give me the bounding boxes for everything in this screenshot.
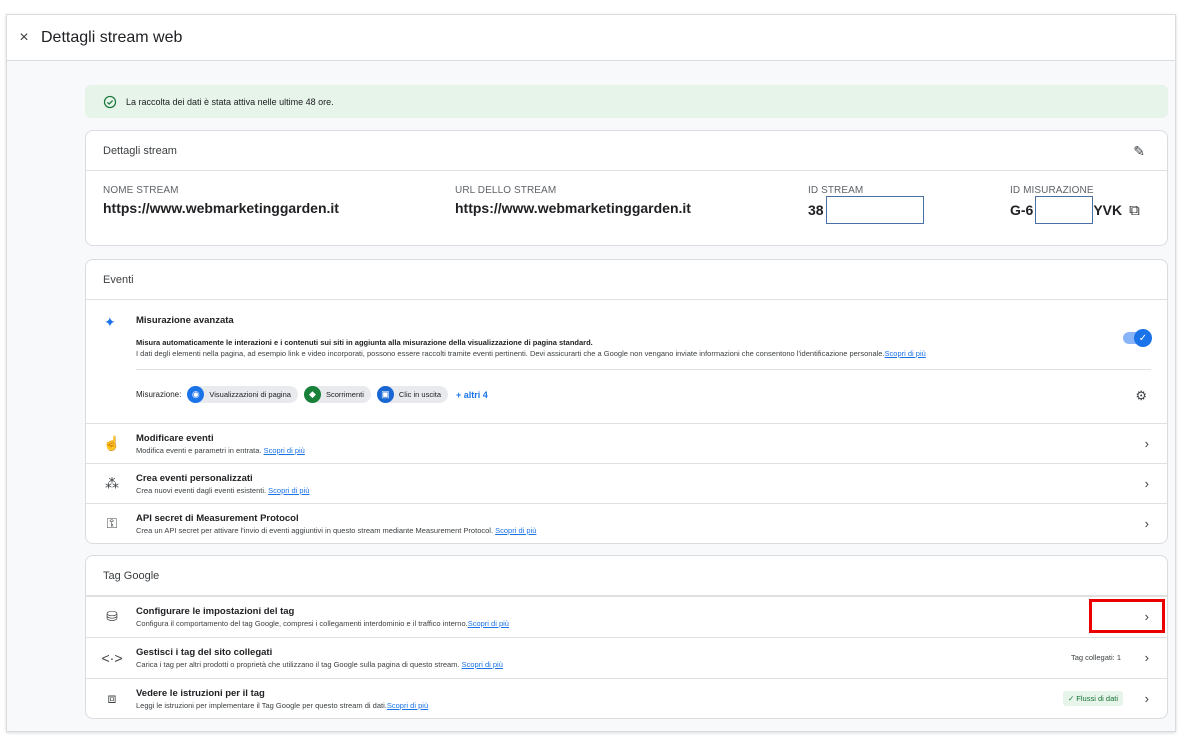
learn-more-link[interactable]: Scopri di più	[268, 486, 309, 495]
gear-icon[interactable]: ⚙	[1135, 388, 1147, 404]
row-title: API secret di Measurement Protocol	[136, 512, 299, 524]
list-item-configure-tag[interactable]: ⛁ Configurare le impostazioni del tag Con…	[86, 596, 1167, 636]
edit-icon[interactable]: ✎	[1133, 143, 1145, 160]
learn-more-link[interactable]: Scopri di più	[264, 446, 305, 455]
row-desc: Carica i tag per altri prodotti o propri…	[136, 659, 460, 669]
chevron-right-icon[interactable]: ›	[1145, 476, 1149, 491]
row-desc: Configura il comportamento del tag Googl…	[136, 618, 468, 628]
list-item-linked-site-tags[interactable]: <·> Gestisci i tag del sito collegati Car…	[86, 637, 1167, 677]
stream-details-title: Dettagli stream	[103, 144, 177, 157]
row-title: Configurare le impostazioni del tag	[136, 605, 295, 617]
advanced-measurement-toggle[interactable]: ✓	[1123, 329, 1152, 347]
sparkle-icon: ✦	[104, 314, 116, 330]
chip-page-views[interactable]: ◉ Visualizzazioni di pagina	[187, 386, 298, 403]
measurement-chips: Misurazione: ◉ Visualizzazioni di pagina …	[136, 386, 488, 403]
measurement-label: Misurazione:	[136, 390, 182, 399]
learn-more-link[interactable]: Scopri di più	[387, 701, 428, 710]
page-title: Dettagli stream web	[41, 28, 183, 46]
stream-details-heading: Dettagli stream ✎	[86, 131, 1167, 171]
stream-name-label: NOME STREAM	[103, 185, 179, 196]
chevron-right-icon[interactable]: ›	[1145, 650, 1149, 665]
learn-more-link[interactable]: Scopri di più	[462, 660, 503, 669]
check-icon: ✓	[1134, 329, 1152, 347]
status-message: La raccolta dei dati è stata attiva nell…	[126, 96, 334, 107]
check-circle-icon	[103, 95, 117, 108]
close-icon[interactable]: ×	[9, 15, 39, 61]
tag-settings-icon: ⛁	[106, 608, 118, 624]
chip-label: Clic in uscita	[398, 390, 441, 399]
list-item-api-secret[interactable]: ⚿ API secret di Measurement Protocol Crea…	[86, 503, 1167, 543]
advanced-desc-text: I dati degli elementi nella pagina, ad e…	[136, 349, 885, 358]
row-title: Vedere le istruzioni per il tag	[136, 687, 265, 699]
stream-id-value: 38	[808, 202, 824, 218]
row-desc: Crea nuovi eventi dagli eventi esistenti…	[136, 485, 267, 495]
row-title: Crea eventi personalizzati	[136, 472, 253, 484]
stream-details-card: Dettagli stream ✎ NOME STREAM https://ww…	[85, 130, 1168, 246]
measurement-id-suffix: YVK	[1093, 202, 1123, 218]
measurement-id-field: ID MISURAZIONE G-6 YVK ⧉	[1010, 185, 1140, 224]
measurement-id-label: ID MISURAZIONE	[1010, 185, 1094, 196]
advanced-desc-bold: Misura automaticamente le interazioni e …	[136, 338, 593, 347]
stream-url-field: URL DELLO STREAM https://www.webmarketin…	[455, 185, 691, 216]
list-item-modify-events[interactable]: ☝ Modificare eventi Modifica eventi e par…	[86, 423, 1167, 463]
row-desc: Crea un API secret per attivare l'invio …	[136, 525, 494, 535]
advanced-measurement-title: Misurazione avanzata	[136, 315, 234, 326]
chevron-right-icon[interactable]: ›	[1145, 516, 1149, 531]
google-tag-heading: Tag Google	[86, 556, 1167, 596]
events-card: Eventi ✦ Misurazione avanzata Misura aut…	[85, 259, 1168, 544]
highlight-box	[1089, 599, 1165, 633]
divider	[136, 369, 1151, 370]
learn-more-link[interactable]: Scopri di più	[468, 619, 509, 628]
data-flow-badge: ✓ Flussi di dati	[1062, 691, 1123, 706]
list-item-create-events[interactable]: ⁂ Crea eventi personalizzati Crea nuovi e…	[86, 463, 1167, 503]
linked-tags-badge: Tag collegati: 1	[1070, 653, 1121, 662]
top-bar: × Dettagli stream web	[7, 15, 1175, 61]
code-arrows-icon: <·>	[101, 649, 123, 666]
touch-icon: ☝	[103, 435, 121, 451]
stream-url-value: https://www.webmarketinggarden.it	[455, 200, 691, 216]
mouse-icon: ▣	[376, 386, 394, 403]
row-title: Modificare eventi	[136, 432, 214, 444]
advanced-measurement-description: Misura automaticamente le interazioni e …	[136, 337, 926, 359]
stream-details-panel: × Dettagli stream web La raccolta dei da…	[6, 14, 1176, 732]
measurement-id-value-row: G-6 YVK ⧉	[1010, 196, 1140, 224]
learn-more-link[interactable]: Scopri di più	[885, 349, 926, 358]
measurement-id-prefix: G-6	[1010, 202, 1034, 218]
list-item-tag-instructions[interactable]: ⧈ Vedere le istruzioni per il tag Leggi l…	[86, 678, 1167, 718]
chip-scrolls[interactable]: ◆ Scorrimenti	[303, 386, 371, 403]
chip-label: Visualizzazioni di pagina	[209, 390, 291, 399]
chevron-right-icon[interactable]: ›	[1145, 436, 1149, 451]
more-link[interactable]: + altri 4	[456, 390, 488, 400]
events-heading: Eventi	[86, 260, 1167, 300]
scroll-icon: ◆	[303, 386, 321, 403]
google-tag-card: Tag Google ⛁ Configurare le impostazioni…	[85, 555, 1168, 719]
stream-name-value: https://www.webmarketinggarden.it	[103, 200, 339, 216]
redaction-box	[825, 196, 924, 224]
row-desc: Leggi le istruzioni per implementare il …	[136, 700, 387, 710]
stream-url-label: URL DELLO STREAM	[455, 185, 557, 196]
row-desc: Modifica eventi e parametri in entrata.	[136, 445, 262, 455]
click-sparkle-icon: ⁂	[105, 475, 119, 491]
code-icon: ⧈	[107, 690, 117, 706]
copy-icon[interactable]: ⧉	[1129, 202, 1140, 219]
eye-icon: ◉	[187, 386, 205, 403]
stream-id-field: ID STREAM 38	[808, 185, 924, 224]
key-icon: ⚿	[106, 515, 118, 531]
chip-outbound-clicks[interactable]: ▣ Clic in uscita	[376, 386, 448, 403]
stream-id-value-row: 38	[808, 196, 924, 224]
redaction-box	[1035, 196, 1094, 224]
learn-more-link[interactable]: Scopri di più	[495, 526, 536, 535]
chevron-right-icon[interactable]: ›	[1145, 691, 1149, 706]
chip-label: Scorrimenti	[325, 390, 364, 399]
row-title: Gestisci i tag del sito collegati	[136, 646, 273, 658]
stream-name-field: NOME STREAM https://www.webmarketinggard…	[103, 185, 339, 216]
status-banner: La raccolta dei dati è stata attiva nell…	[85, 85, 1168, 118]
stream-id-label: ID STREAM	[808, 185, 864, 196]
